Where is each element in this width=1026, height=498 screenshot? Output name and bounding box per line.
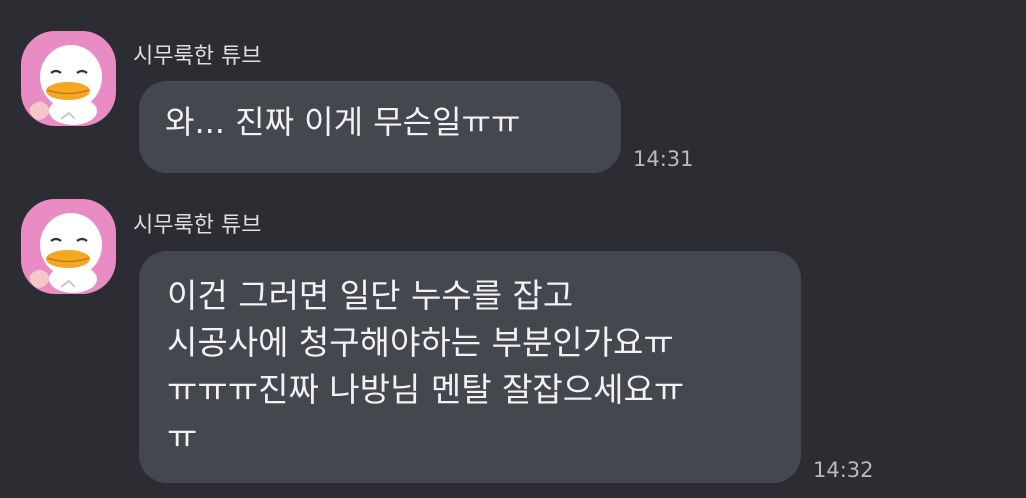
- message-timestamp: 14:32: [813, 458, 874, 482]
- message-bubble[interactable]: 이건 그러면 일단 누수를 잡고 시공사에 청구해야하는 부분인가요ㅠ ㅠㅠㅠ진…: [139, 251, 801, 483]
- message-text: 와... 진짜 이게 무슨일ㅠㅠ: [165, 103, 521, 141]
- message-text-line: ㅠ: [167, 417, 198, 456]
- message-bubble[interactable]: 와... 진짜 이게 무슨일ㅠㅠ: [139, 81, 621, 173]
- sender-name: 시무룩한 튜브: [133, 44, 262, 69]
- message-text-line: 이건 그러면 일단 누수를 잡고: [167, 276, 574, 315]
- avatar[interactable]: [21, 31, 116, 126]
- message-text-line: ㅠㅠㅠ진짜 나방님 멘탈 잘잡으세요ㅠ: [167, 370, 685, 409]
- sad-duck-tube-icon: [29, 45, 102, 125]
- message-timestamp: 14:31: [633, 147, 694, 171]
- sender-name: 시무룩한 튜브: [133, 213, 262, 238]
- chat-message: 시무룩한 튜브 이건 그러면 일단 누수를 잡고 시공사에 청구해야하는 부분인…: [0, 180, 1026, 498]
- chat-message: 시무룩한 튜브 와... 진짜 이게 무슨일ㅠㅠ 14:31: [0, 0, 1026, 180]
- sad-duck-tube-icon: [29, 213, 102, 293]
- message-text-line: 시공사에 청구해야하는 부분인가요ㅠ: [167, 323, 674, 362]
- avatar[interactable]: [21, 199, 116, 294]
